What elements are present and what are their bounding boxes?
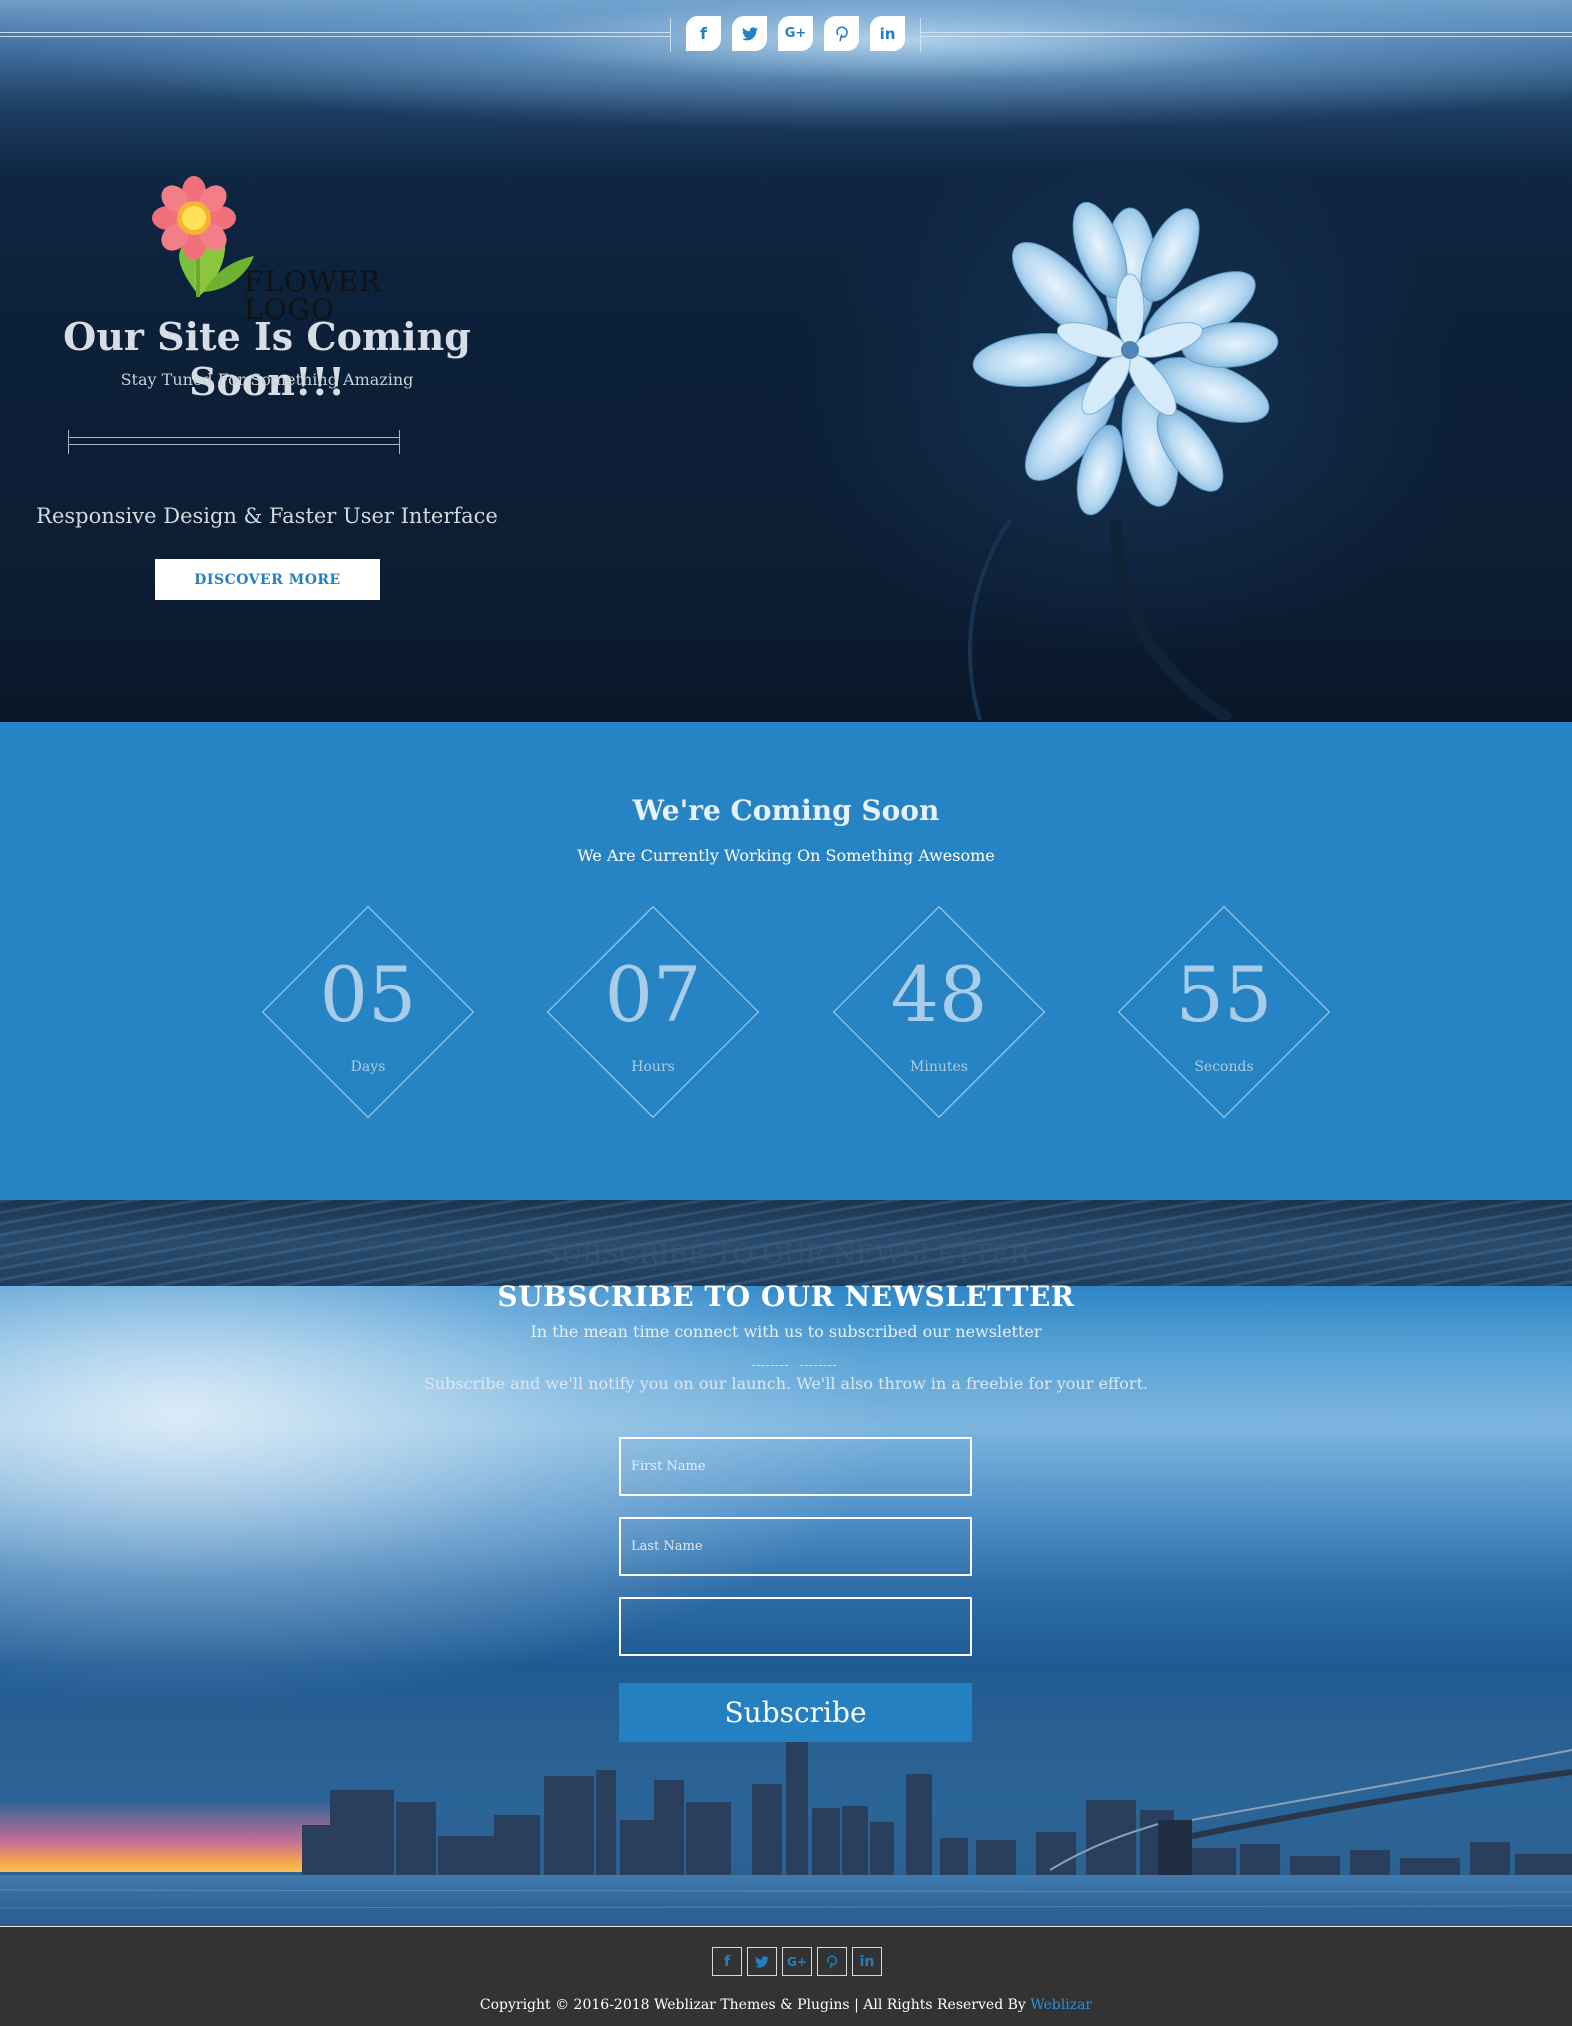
email-input[interactable]: [619, 1597, 972, 1656]
countdown-value: 07: [604, 950, 702, 1039]
countdown-section: We're Coming Soon We Are Currently Worki…: [0, 722, 1572, 1200]
hero-title: Our Site Is Coming Soon!!!: [63, 314, 471, 404]
social-links-top: f G+ in: [686, 16, 905, 51]
newsletter-divider-left: [752, 1365, 788, 1366]
first-name-input[interactable]: [619, 1437, 972, 1496]
pinterest-icon[interactable]: [817, 1947, 847, 1976]
newsletter-ghost-title: SUBSCRIBE TO OUR NEWSLETTER: [542, 1240, 1030, 1270]
weblizar-link[interactable]: Weblizar: [1030, 1997, 1092, 2013]
copyright-text: Copyright © 2016-2018 Weblizar Themes & …: [0, 1997, 1572, 2013]
pinterest-icon[interactable]: [824, 16, 859, 51]
newsletter-title: SUBSCRIBE TO OUR NEWSLETTER: [497, 1280, 1075, 1313]
twitter-icon[interactable]: [747, 1947, 777, 1976]
topbar-line-right: [920, 32, 1572, 37]
discover-more-button[interactable]: DISCOVER MORE: [155, 559, 380, 600]
countdown-value: 55: [1175, 950, 1273, 1039]
hero-subtitle: Stay Tuned For Something Amazing: [120, 370, 414, 389]
countdown-subtitle: We Are Currently Working On Something Aw…: [577, 846, 995, 865]
hero-section: f G+ in FLOWER LOGO Our Site Is Coming S…: [0, 0, 1572, 722]
newsletter-subtitle: In the mean time connect with us to subs…: [530, 1322, 1042, 1341]
countdown-days: 05 Days: [261, 905, 475, 1119]
countdown-label: Hours: [631, 1059, 675, 1075]
logo-petals: [152, 176, 236, 260]
facebook-icon[interactable]: f: [686, 16, 721, 51]
twitter-icon[interactable]: [732, 16, 767, 51]
countdown-title: We're Coming Soon: [632, 794, 940, 827]
facebook-icon[interactable]: f: [712, 1947, 742, 1976]
countdown-minutes: 48 Minutes: [832, 905, 1046, 1119]
topbar-divider-right: [920, 18, 921, 52]
topbar-divider-left: [670, 18, 671, 52]
newsletter-description: Subscribe and we'll notify you on our la…: [423, 1374, 1149, 1393]
linkedin-icon[interactable]: in: [870, 16, 905, 51]
countdown-value: 48: [890, 950, 988, 1039]
hero-tagline: Responsive Design & Faster User Interfac…: [36, 504, 498, 528]
countdown-label: Days: [350, 1059, 386, 1075]
newsletter-divider-right: [800, 1365, 836, 1366]
copyright-label: Copyright © 2016-2018 Weblizar Themes & …: [479, 1997, 1031, 2013]
subscribe-button[interactable]: Subscribe: [619, 1683, 972, 1742]
countdown-label: Minutes: [910, 1059, 968, 1075]
countdown-hours: 07 Hours: [546, 905, 760, 1119]
topbar-line-left: [0, 32, 670, 37]
newsletter-section: SUBSCRIBE TO OUR NEWSLETTER SUBSCRIBE TO…: [0, 1200, 1572, 1926]
hero-divider: [68, 430, 400, 454]
footer: f G+ in Copyright © 2016-2018 Weblizar T…: [0, 1926, 1572, 2026]
countdown-label: Seconds: [1194, 1059, 1254, 1075]
linkedin-icon[interactable]: in: [852, 1947, 882, 1976]
google-plus-icon[interactable]: G+: [778, 16, 813, 51]
countdown-seconds: 55 Seconds: [1117, 905, 1331, 1119]
countdown-value: 05: [319, 950, 417, 1039]
hero-flower-image: [968, 201, 1279, 720]
logo-text-line1: FLOWER: [244, 265, 382, 298]
google-plus-icon[interactable]: G+: [782, 1947, 812, 1976]
last-name-input[interactable]: [619, 1517, 972, 1576]
social-links-footer: f G+ in: [712, 1947, 882, 1976]
